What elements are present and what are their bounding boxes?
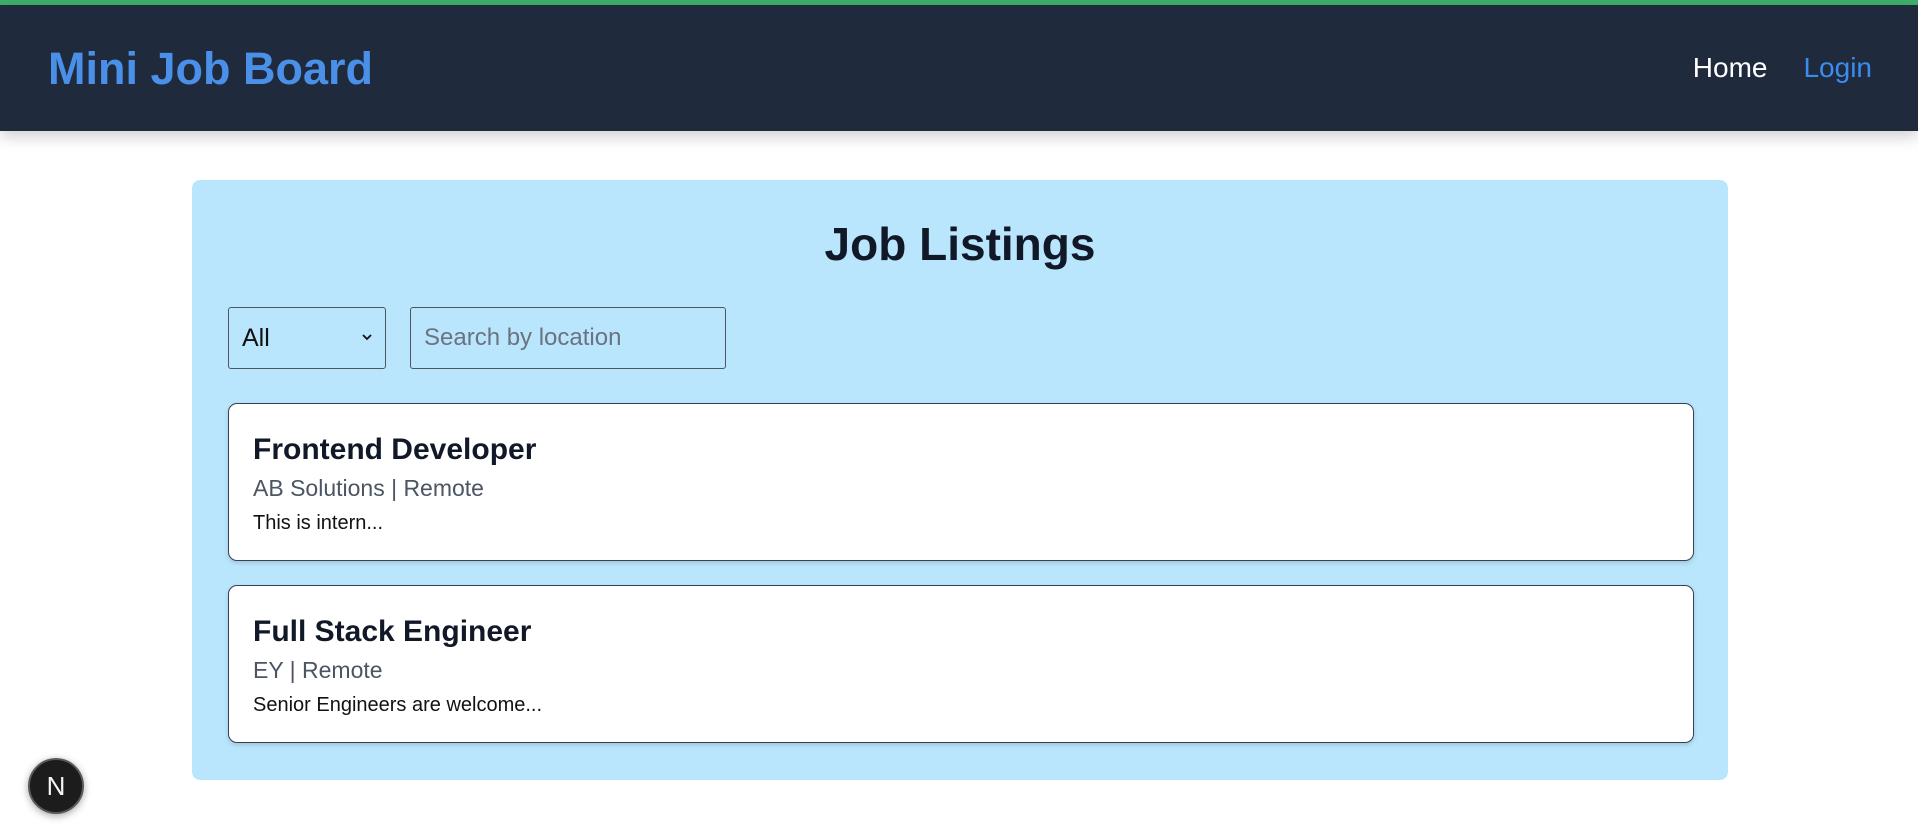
nav-login-link[interactable]: Login [1803,49,1872,87]
nav-home-link[interactable]: Home [1693,49,1768,87]
chevron-down-icon [362,334,372,341]
job-title: Frontend Developer [253,433,537,466]
page-title: Job Listings [824,218,1096,270]
job-listings-panel: Job Listings All Frontend Developer AB S… [192,180,1728,780]
job-description: Senior Engineers are welcome... [253,694,543,716]
nextjs-dev-indicator-icon[interactable]: N [28,758,84,814]
navbar: Mini Job Board Home Login [0,5,1918,131]
job-type-selected-value: All [242,323,270,352]
job-company-location: AB Solutions | Remote [253,475,484,501]
dev-indicator-letter: N [46,770,66,801]
job-company-location: EY | Remote [253,657,383,683]
location-search-input[interactable] [410,307,726,369]
job-card[interactable]: Full Stack Engineer EY | Remote Senior E… [228,585,1694,743]
job-card[interactable]: Frontend Developer AB Solutions | Remote… [228,403,1694,561]
nav-links: Home Login [1693,49,1872,87]
job-type-select[interactable]: All [228,307,386,369]
brand-title[interactable]: Mini Job Board [48,43,373,95]
job-title: Full Stack Engineer [253,615,532,648]
job-description: This is intern... [253,512,384,534]
